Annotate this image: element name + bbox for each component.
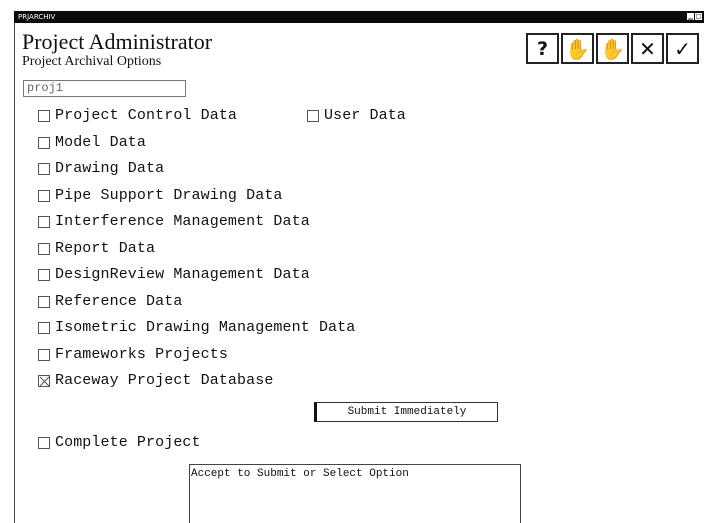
option-label: DesignReview Management Data <box>55 266 310 283</box>
option-drawing-data[interactable]: Drawing Data <box>38 160 164 178</box>
checkbox[interactable] <box>38 269 50 281</box>
page-title: Project Administrator <box>22 29 213 54</box>
checkbox[interactable] <box>38 216 50 228</box>
option-user-data[interactable]: User Data <box>307 107 406 125</box>
option-label: Model Data <box>55 134 147 151</box>
option-label: Project Control Data <box>55 107 238 124</box>
minimize-icon[interactable]: ▁ <box>687 13 694 20</box>
option-designreview-management-data[interactable]: DesignReview Management Data <box>38 266 310 284</box>
window-caption: PRJARCHIV <box>18 13 56 21</box>
checkbox[interactable] <box>307 110 319 122</box>
option-label: User Data <box>324 107 406 124</box>
submit-immediately-button[interactable]: Submit Immediately <box>314 402 498 422</box>
hand-button-2[interactable]: ✋ <box>596 33 629 64</box>
hand-icon: ✋ <box>565 36 590 61</box>
checkbox[interactable] <box>38 243 50 255</box>
checkbox[interactable] <box>38 375 50 387</box>
checkbox[interactable] <box>38 296 50 308</box>
option-reference-data[interactable]: Reference Data <box>38 293 182 311</box>
accept-button[interactable]: ✓ <box>666 33 699 64</box>
option-label: Isometric Drawing Management Data <box>55 319 356 336</box>
checkbox[interactable] <box>38 349 50 361</box>
help-button[interactable]: ? <box>526 33 559 64</box>
page-subtitle: Project Archival Options <box>22 54 162 69</box>
option-raceway-project-database[interactable]: Raceway Project Database <box>38 372 273 390</box>
project-name-field[interactable]: proj1 <box>23 80 186 97</box>
checkbox[interactable] <box>38 322 50 334</box>
checkbox[interactable] <box>38 137 50 149</box>
option-label: Complete Project <box>55 434 201 451</box>
window-border <box>14 23 15 523</box>
accept-icon: ✓ <box>674 36 691 61</box>
help-icon: ? <box>536 37 549 60</box>
option-project-control-data[interactable]: Project Control Data <box>38 107 237 125</box>
option-label: Raceway Project Database <box>55 372 274 389</box>
checkbox[interactable] <box>38 110 50 122</box>
option-label: Reference Data <box>55 293 183 310</box>
option-model-data[interactable]: Model Data <box>38 134 146 152</box>
hand-button-1[interactable]: ✋ <box>561 33 594 64</box>
option-label: Report Data <box>55 240 156 257</box>
option-interference-management-data[interactable]: Interference Management Data <box>38 213 310 231</box>
toolbar: ? ✋ ✋ ✕ ✓ <box>526 33 699 64</box>
option-frameworks-projects[interactable]: Frameworks Projects <box>38 346 228 364</box>
checkbox[interactable] <box>38 190 50 202</box>
maximize-icon[interactable]: □ <box>695 13 702 20</box>
option-report-data[interactable]: Report Data <box>38 240 155 258</box>
option-complete-project[interactable]: Complete Project <box>38 434 201 452</box>
window-titlebar[interactable]: PRJARCHIV ▁ □ <box>14 11 704 23</box>
message-area: Accept to Submit or Select Option <box>189 464 521 523</box>
cancel-icon: ✕ <box>639 36 656 61</box>
cancel-button[interactable]: ✕ <box>631 33 664 64</box>
checkbox[interactable] <box>38 163 50 175</box>
option-label: Frameworks Projects <box>55 346 228 363</box>
option-label: Interference Management Data <box>55 213 310 230</box>
option-label: Drawing Data <box>55 160 165 177</box>
option-label: Pipe Support Drawing Data <box>55 187 283 204</box>
hand-icon: ✋ <box>600 36 625 61</box>
checkbox[interactable] <box>38 437 50 449</box>
option-pipe-support-drawing-data[interactable]: Pipe Support Drawing Data <box>38 187 283 205</box>
option-isometric-drawing-management-data[interactable]: Isometric Drawing Management Data <box>38 319 355 337</box>
